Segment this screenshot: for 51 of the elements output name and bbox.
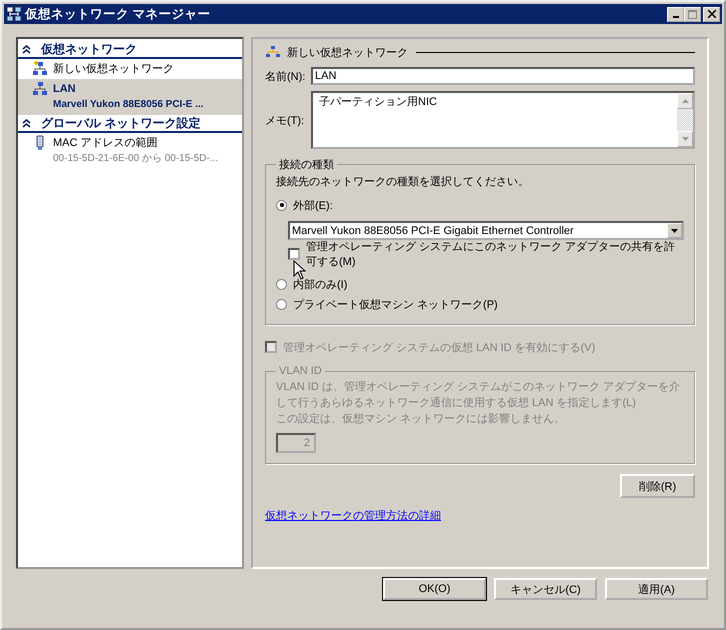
adapter-dropdown[interactable]: Marvell Yukon 88E8056 PCI-E Gigabit Ethernet Controller	[288, 221, 684, 240]
window-title: 仮想ネットワーク マネージャー	[25, 6, 210, 22]
item-detail: 00-15-5D-21-6E-00 から 00-15-5D-...	[53, 152, 218, 166]
scroll-bar[interactable]	[677, 93, 693, 147]
memo-text: 子パーティション用NIC	[318, 95, 438, 110]
maximize-button[interactable]	[684, 6, 701, 22]
instruction-text: 接続先のネットワークの種類を選択してください。	[276, 174, 530, 189]
mouse-cursor-icon	[293, 260, 306, 280]
network-icon	[265, 45, 281, 59]
item-detail: Marvell Yukon 88E8056 PCI-E ...	[53, 98, 204, 112]
network-manager-icon	[6, 6, 22, 22]
section-title: グローバル ネットワーク設定	[41, 114, 200, 132]
close-button[interactable]	[703, 6, 720, 22]
checkbox[interactable]	[288, 248, 300, 260]
sidebar-item[interactable]: LAN Marvell Yukon 88E8056 PCI-E ...	[18, 79, 242, 115]
section-heading: 新しい仮想ネットワーク	[287, 46, 408, 60]
radio-option[interactable]: プライベート仮想マシン ネットワーク(P)	[276, 294, 684, 314]
section-title: 仮想ネットワーク	[41, 40, 137, 58]
network-add-icon	[32, 61, 48, 77]
item-label: MAC アドレスの範囲	[53, 136, 158, 151]
dropdown-arrow-icon	[671, 228, 678, 232]
radio-button[interactable]	[276, 200, 287, 210]
name-field[interactable]: LAN	[311, 67, 695, 85]
dialog-button[interactable]: OK(O)	[383, 578, 486, 600]
field-label: 名前(N):	[265, 70, 306, 84]
minimize-button[interactable]	[667, 6, 684, 22]
dialog-button[interactable]: 適用(A)	[605, 578, 708, 600]
help-link[interactable]: 仮想ネットワークの管理方法の詳細	[265, 508, 441, 523]
maximize-icon	[688, 10, 697, 18]
section-header[interactable]: グローバル ネットワーク設定	[18, 115, 242, 133]
memo-field[interactable]: 子パーティション用NIC	[311, 91, 695, 149]
description-text: VLAN ID は、管理オペレーティング システムがこのネットワーク アダプターを介して行うあらゆるネットワーク通信に使用する仮想 LAN を指定します(L)	[276, 380, 681, 411]
dialog-button[interactable]: キャンセル(C)	[494, 578, 597, 600]
section-header[interactable]: 仮想ネットワーク	[18, 41, 242, 59]
scroll-up-icon	[682, 99, 688, 103]
radio-option[interactable]: 外部(E):	[276, 195, 684, 215]
radio-option[interactable]: 内部のみ(I)	[276, 274, 684, 294]
group-title: 接続の種類	[278, 158, 335, 172]
close-icon	[708, 10, 716, 18]
field-label: メモ(T):	[265, 114, 306, 128]
group-title: VLAN ID	[278, 365, 323, 377]
sidebar-item[interactable]: MAC アドレスの範囲 00-15-5D-21-6E-00 から 00-15-5D-...	[18, 133, 242, 169]
network-icon	[32, 81, 48, 97]
delete-button[interactable]: 削除(R)	[620, 474, 695, 498]
sidebar-item[interactable]: 新しい仮想ネットワーク	[18, 59, 242, 79]
description-text: この設定は、仮想マシン ネットワークには影響しません。	[276, 412, 566, 427]
radio-button[interactable]	[276, 278, 287, 290]
scroll-down-icon	[682, 137, 688, 141]
item-label: LAN	[53, 82, 77, 97]
radio-button[interactable]	[276, 298, 287, 310]
item-label: 新しい仮想ネットワーク	[53, 62, 174, 77]
